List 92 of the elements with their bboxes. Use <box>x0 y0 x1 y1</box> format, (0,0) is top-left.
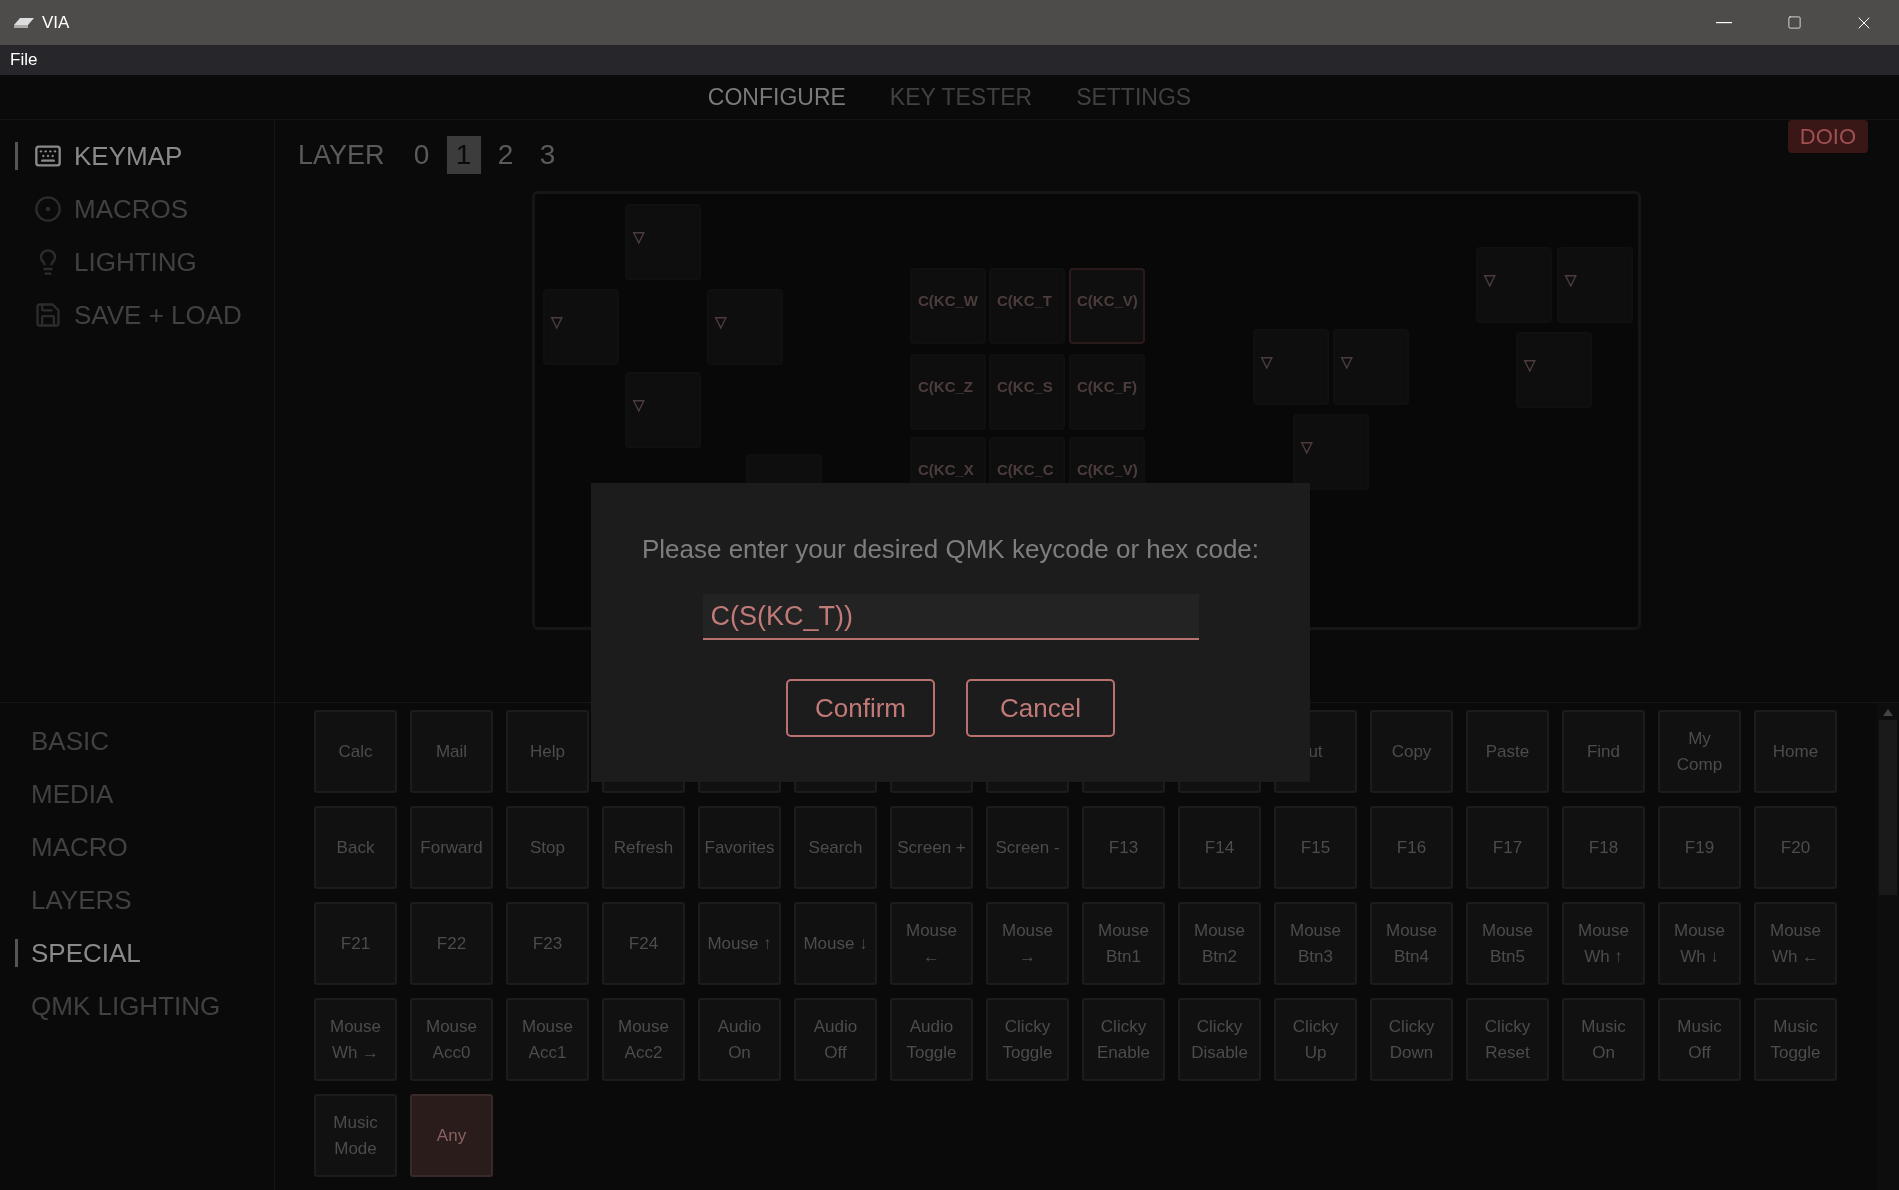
keycode-button[interactable]: Mouse ↓ <box>794 902 877 985</box>
keycode-button[interactable]: Clicky Enable <box>1082 998 1165 1081</box>
keycode-button[interactable]: Mouse ↑ <box>698 902 781 985</box>
key[interactable]: C(KC_S <box>989 354 1065 430</box>
key[interactable]: ▽ <box>1557 247 1633 323</box>
key[interactable]: C(KC_F) <box>1069 354 1145 430</box>
keycode-button[interactable]: Find <box>1562 710 1645 793</box>
keycode-button[interactable]: Help <box>506 710 589 793</box>
device-badge: DOIO <box>1787 120 1868 153</box>
layer-label: LAYER <box>298 138 385 172</box>
menu-item[interactable]: File <box>10 47 38 73</box>
target-icon <box>34 195 62 223</box>
keycode-button[interactable]: Forward <box>410 806 493 889</box>
keycode-button[interactable]: F17 <box>1466 806 1549 889</box>
key[interactable]: ▽ <box>1476 247 1552 323</box>
key[interactable]: ▽ <box>543 289 619 365</box>
keycode-button[interactable]: Mouse ← <box>890 902 973 985</box>
keycode-button[interactable]: Back <box>314 806 397 889</box>
key[interactable]: C(KC_T <box>989 268 1065 344</box>
keycode-button[interactable]: Music Toggle <box>1754 998 1837 1081</box>
keycode-button[interactable]: Refresh <box>602 806 685 889</box>
keycode-button[interactable]: F24 <box>602 902 685 985</box>
keycode-button[interactable]: Audio Off <box>794 998 877 1081</box>
keycode-button[interactable]: Calc <box>314 710 397 793</box>
keycode-button[interactable]: Any <box>410 1094 493 1177</box>
keycode-button[interactable]: Screen - <box>986 806 1069 889</box>
layer-tab[interactable]: 0 <box>404 136 439 174</box>
keycode-button[interactable]: F20 <box>1754 806 1837 889</box>
keycode-button[interactable]: Clicky Disable <box>1178 998 1261 1081</box>
keycode-button[interactable]: F23 <box>506 902 589 985</box>
sidebar-item[interactable]: KEYMAP <box>74 136 183 176</box>
key[interactable]: C(KC_W <box>910 268 986 344</box>
keycode-button[interactable]: Mouse Btn3 <box>1274 902 1357 985</box>
keycode-button[interactable]: Music Mode <box>314 1094 397 1177</box>
keycode-button[interactable]: Search <box>794 806 877 889</box>
keycode-button[interactable]: Mouse → <box>986 902 1069 985</box>
key[interactable]: C(KC_V) <box>1069 268 1145 344</box>
layer-tab[interactable]: 2 <box>488 136 523 174</box>
nav-tab[interactable]: CONFIGURE <box>707 79 846 115</box>
keycode-button[interactable]: Mouse Acc1 <box>506 998 589 1081</box>
keycode-input[interactable]: C(S(KC_T)) <box>702 594 1199 640</box>
keycode-button[interactable]: Mouse Wh ↓ <box>1658 902 1741 985</box>
keycode-button[interactable]: F14 <box>1178 806 1261 889</box>
keycode-button[interactable]: Home <box>1754 710 1837 793</box>
keycode-button[interactable]: F21 <box>314 902 397 985</box>
keycode-button[interactable]: Mouse Wh ↑ <box>1562 902 1645 985</box>
key[interactable]: ▽ <box>625 372 701 448</box>
minimize-icon <box>1716 21 1732 24</box>
window-title: VIA <box>42 11 70 34</box>
keycode-button[interactable]: Clicky Toggle <box>986 998 1069 1081</box>
dialog-button[interactable]: Cancel <box>966 679 1115 737</box>
keycode-button[interactable]: Mouse Btn1 <box>1082 902 1165 985</box>
keycode-button[interactable]: Mouse Btn5 <box>1466 902 1549 985</box>
key[interactable]: ▽ <box>625 204 701 280</box>
layer-tab[interactable]: 3 <box>530 136 565 174</box>
key[interactable]: C(KC_Z <box>910 354 986 430</box>
keycode-button[interactable]: Mouse Acc0 <box>410 998 493 1081</box>
category-item[interactable]: SPECIAL <box>31 933 141 973</box>
scroll-up-arrow-icon[interactable] <box>1883 709 1893 716</box>
keycode-button[interactable]: F13 <box>1082 806 1165 889</box>
keycode-button[interactable]: F16 <box>1370 806 1453 889</box>
dialog-button[interactable]: Confirm <box>786 679 935 737</box>
keycode-button[interactable]: Audio On <box>698 998 781 1081</box>
keycode-button[interactable]: F22 <box>410 902 493 985</box>
key[interactable]: ▽ <box>1333 329 1409 405</box>
key[interactable]: ▽ <box>707 289 783 365</box>
keycode-button[interactable]: Screen + <box>890 806 973 889</box>
keycode-button[interactable]: Music Off <box>1658 998 1741 1081</box>
keycode-button[interactable]: Music On <box>1562 998 1645 1081</box>
dialog-prompt: Please enter your desired QMK keycode or hex code: <box>641 533 1260 566</box>
key[interactable]: ▽ <box>1253 329 1329 405</box>
keycode-button[interactable]: My Comp <box>1658 710 1741 793</box>
keycode-button[interactable]: Paste <box>1466 710 1549 793</box>
keycode-button[interactable]: Mail <box>410 710 493 793</box>
keycode-button[interactable]: Mouse Btn2 <box>1178 902 1261 985</box>
keycode-button[interactable]: F15 <box>1274 806 1357 889</box>
keycode-button[interactable]: Mouse Acc2 <box>602 998 685 1081</box>
keycode-button[interactable]: Mouse Btn4 <box>1370 902 1453 985</box>
key[interactable]: ▽ <box>1516 332 1592 408</box>
key[interactable]: ▽ <box>1293 414 1369 490</box>
keycode-button[interactable]: Copy <box>1370 710 1453 793</box>
keycode-button[interactable]: Clicky Up <box>1274 998 1357 1081</box>
keycode-button[interactable]: F19 <box>1658 806 1741 889</box>
keycode-button[interactable]: Mouse Wh → <box>314 998 397 1081</box>
keycode-button[interactable]: Favorites <box>698 806 781 889</box>
keycode-button[interactable]: Clicky Reset <box>1466 998 1549 1081</box>
keycode-button[interactable]: F18 <box>1562 806 1645 889</box>
keycode-button[interactable]: Mouse Wh ← <box>1754 902 1837 985</box>
keycode-button[interactable]: Audio Toggle <box>890 998 973 1081</box>
keycode-button[interactable]: Stop <box>506 806 589 889</box>
keycode-button[interactable]: Clicky Down <box>1370 998 1453 1081</box>
maximize-icon <box>1786 15 1802 30</box>
